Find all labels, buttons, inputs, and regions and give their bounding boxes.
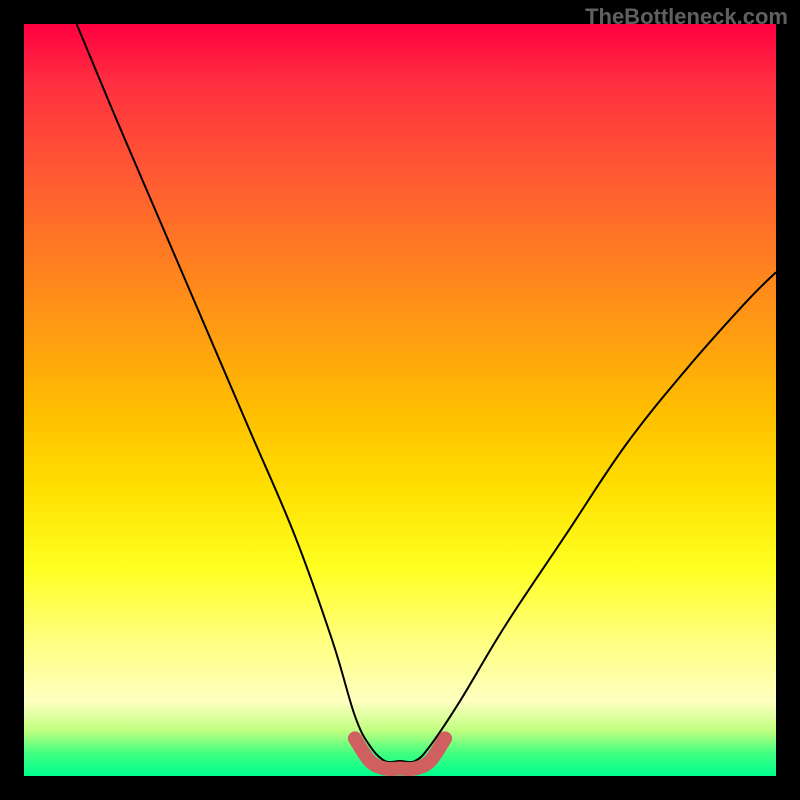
watermark-text: TheBottleneck.com (585, 4, 788, 30)
chart-plot-area (24, 24, 776, 776)
chart-svg (24, 24, 776, 776)
bottleneck-curve-path (77, 24, 776, 762)
